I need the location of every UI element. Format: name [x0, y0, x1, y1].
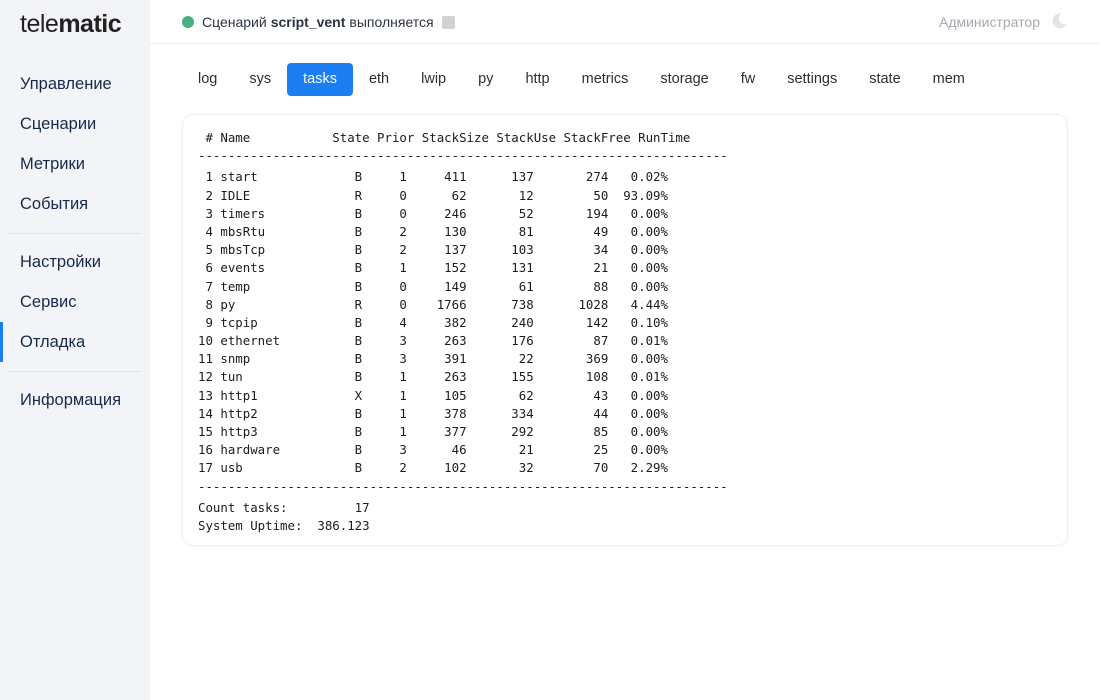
count-tasks-line: Count tasks: 17: [198, 499, 370, 515]
sidebar-divider: [8, 371, 142, 372]
tab-eth[interactable]: eth: [353, 63, 405, 96]
task-row: 13 http1 X 1 105 62 43 0.00%: [198, 387, 668, 403]
task-row: 8 py R 0 1766 738 1028 4.44%: [198, 296, 668, 312]
task-row: 10 ethernet B 3 263 176 87 0.01%: [198, 333, 668, 349]
sidebar-divider: [8, 233, 142, 234]
moon-icon[interactable]: [1050, 12, 1068, 30]
task-row: 6 events B 1 152 131 21 0.00%: [198, 260, 668, 276]
task-row: 17 usb B 2 102 32 70 2.29%: [198, 460, 668, 476]
task-row: 11 snmp B 3 391 22 369 0.00%: [198, 351, 668, 367]
task-row: 4 mbsRtu B 2 130 81 49 0.00%: [198, 223, 668, 239]
tab-http[interactable]: http: [509, 63, 565, 96]
tab-settings[interactable]: settings: [771, 63, 853, 96]
tab-fw[interactable]: fw: [725, 63, 772, 96]
tab-tasks[interactable]: tasks: [287, 63, 353, 96]
task-row: 12 tun B 1 263 155 108 0.01%: [198, 369, 668, 385]
sidebar-item-control[interactable]: Управление: [0, 64, 150, 104]
sidebar-item-events[interactable]: События: [0, 184, 150, 224]
system-uptime-line: System Uptime: 386.123: [198, 517, 370, 533]
script-name: script_vent: [270, 14, 346, 30]
sidebar-item-service[interactable]: Сервис: [0, 282, 150, 322]
console-panel: # Name State Prior StackSize StackUse St…: [183, 115, 1067, 545]
logo-part-2: matic: [58, 10, 122, 38]
sidebar: telematic Управление Сценарии Метрики Со…: [0, 0, 150, 700]
task-row: 5 mbsTcp B 2 137 103 34 0.00%: [198, 242, 668, 258]
sidebar-item-debug[interactable]: Отладка: [0, 322, 150, 362]
logo[interactable]: telematic: [0, 0, 150, 44]
task-row: 15 http3 B 1 377 292 85 0.00%: [198, 424, 668, 439]
task-row: 16 hardware B 3 46 21 25 0.00%: [198, 442, 668, 458]
sidebar-item-scenarios[interactable]: Сценарии: [0, 104, 150, 144]
status-suffix: выполняется: [349, 14, 434, 30]
status-running-indicator: [182, 16, 194, 28]
task-row: 3 timers B 0 246 52 194 0.00%: [198, 205, 668, 221]
tab-state[interactable]: state: [853, 63, 916, 96]
sidebar-nav: Управление Сценарии Метрики События Наст…: [0, 64, 150, 420]
stop-script-button[interactable]: [441, 15, 455, 29]
tab-sys[interactable]: sys: [233, 63, 287, 96]
tab-log[interactable]: log: [182, 63, 233, 96]
script-status: Сценарий script_vent выполняется: [182, 14, 455, 30]
sidebar-item-info[interactable]: Информация: [0, 380, 150, 420]
console-separator: ----------------------------------------…: [198, 148, 728, 164]
logo-part-1: tele: [20, 10, 59, 38]
tasks-console-output: # Name State Prior StackSize StackUse St…: [198, 129, 728, 535]
tab-storage[interactable]: storage: [644, 63, 724, 96]
status-prefix: Сценарий: [202, 14, 267, 30]
console-separator: ----------------------------------------…: [198, 478, 728, 494]
tab-lwip[interactable]: lwip: [405, 63, 462, 96]
task-row: 2 IDLE R 0 62 12 50 93.09%: [198, 187, 668, 203]
task-row: 14 http2 B 1 378 334 44 0.00%: [198, 405, 668, 421]
app-root: telematic Управление Сценарии Метрики Со…: [0, 0, 1100, 700]
top-header: Сценарий script_vent выполняется Админис…: [150, 0, 1100, 44]
sidebar-item-metrics[interactable]: Метрики: [0, 144, 150, 184]
task-row: 9 tcpip B 4 382 240 142 0.10%: [198, 314, 668, 330]
task-row: 7 temp B 0 149 61 88 0.00%: [198, 278, 668, 294]
tab-metrics[interactable]: metrics: [566, 63, 645, 96]
debug-tabs: log sys tasks eth lwip py http metrics s…: [182, 63, 981, 96]
task-row: 1 start B 1 411 137 274 0.02%: [198, 169, 668, 185]
console-header-row: # Name State Prior StackSize StackUse St…: [198, 130, 691, 145]
tab-py[interactable]: py: [462, 63, 509, 96]
tab-mem[interactable]: mem: [917, 63, 981, 96]
user-name[interactable]: Администратор: [939, 14, 1040, 30]
sidebar-item-settings[interactable]: Настройки: [0, 242, 150, 282]
